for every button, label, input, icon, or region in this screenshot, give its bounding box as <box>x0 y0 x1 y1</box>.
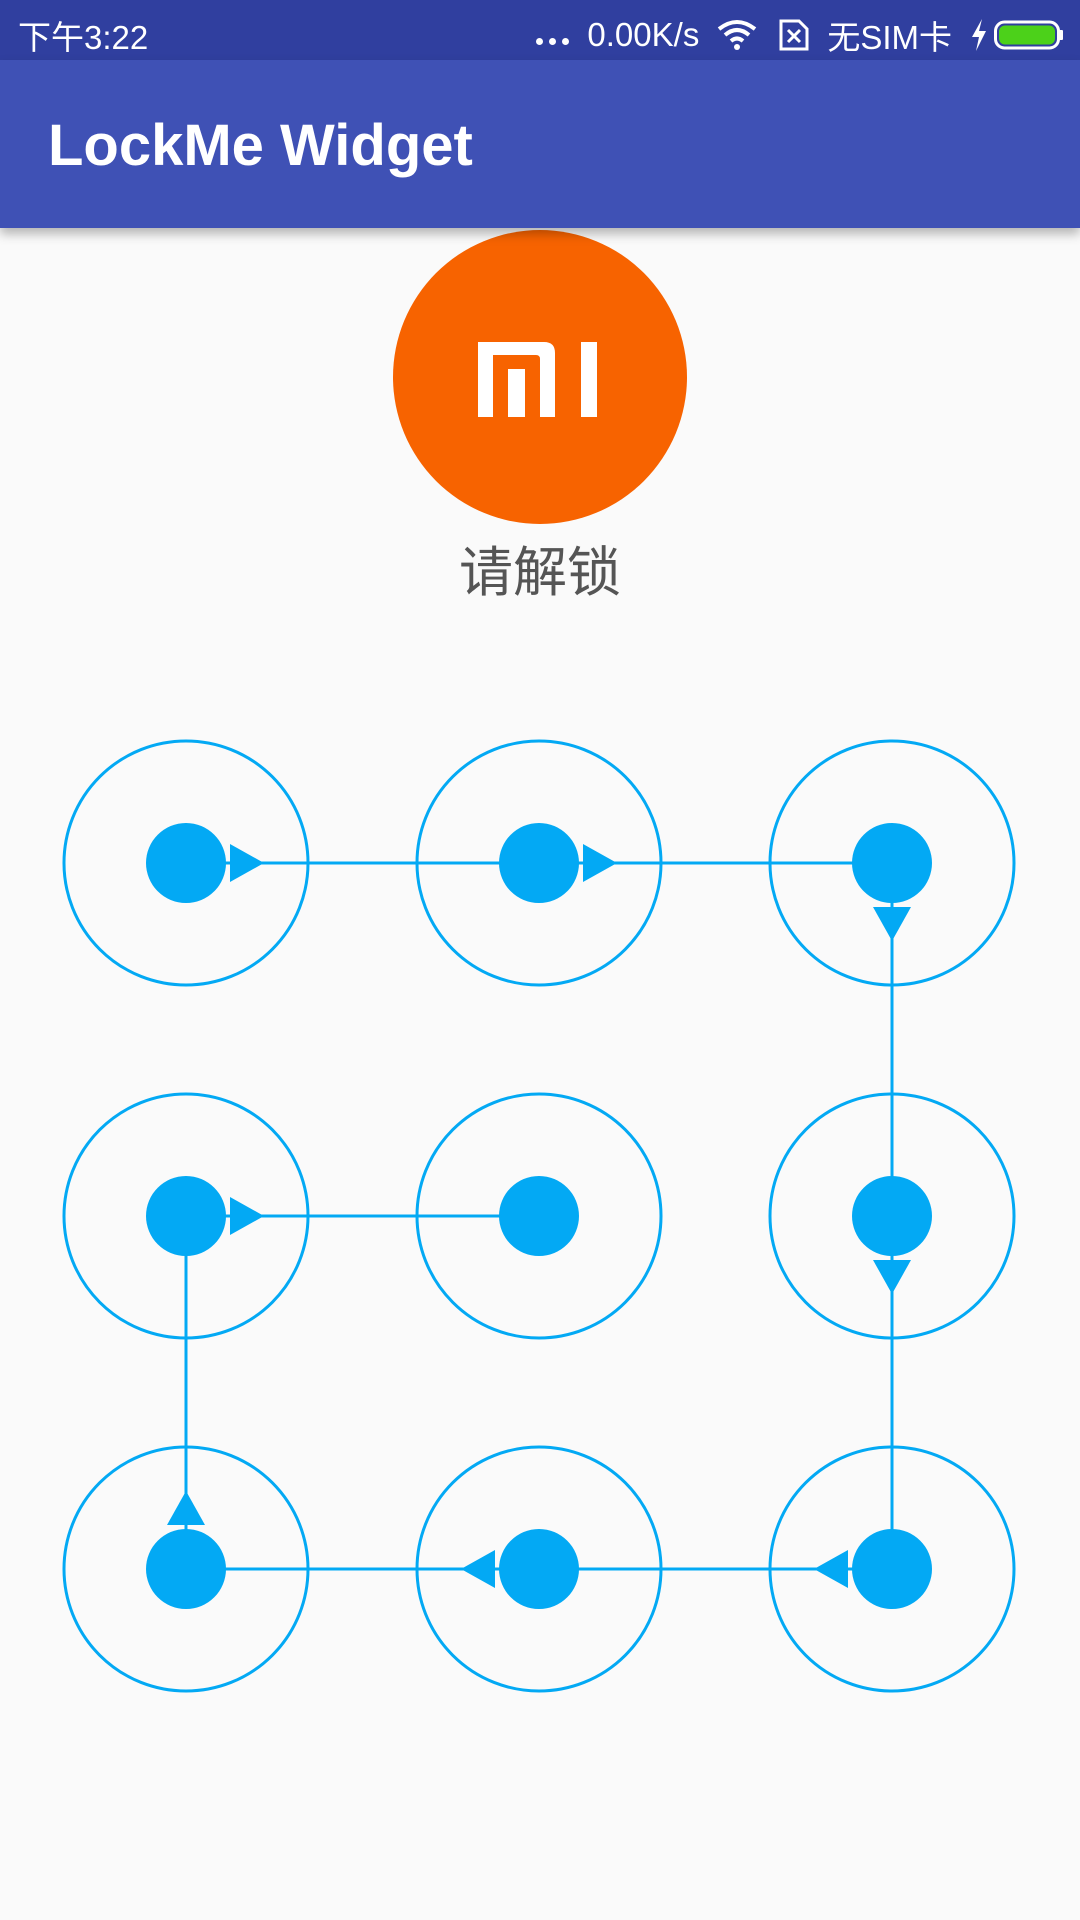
pattern-arrow-icon <box>873 907 911 941</box>
pattern-arrow-icon <box>873 1260 911 1294</box>
pattern-arrow-icon <box>461 1550 495 1588</box>
pattern-node-dot-8 <box>499 1529 579 1609</box>
pattern-arrow-icon <box>230 1197 264 1235</box>
pattern-node-dot-9 <box>852 1529 932 1609</box>
app-title: LockMe Widget <box>48 113 473 178</box>
pattern-arrow-icon <box>583 844 617 882</box>
pattern-lock[interactable] <box>0 0 1080 1920</box>
pattern-node-dot-2 <box>499 823 579 903</box>
pattern-node-dot-6 <box>852 1176 932 1256</box>
pattern-node-dot-5 <box>499 1176 579 1256</box>
pattern-node-dot-3 <box>852 823 932 903</box>
pattern-node-dot-1 <box>146 823 226 903</box>
pattern-node-dot-7 <box>146 1529 226 1609</box>
pattern-node-dot-4 <box>146 1176 226 1256</box>
pattern-arrow-icon <box>167 1491 205 1525</box>
app-bar: LockMe Widget <box>0 60 1080 228</box>
pattern-arrow-icon <box>814 1550 848 1588</box>
pattern-arrow-icon <box>230 844 264 882</box>
